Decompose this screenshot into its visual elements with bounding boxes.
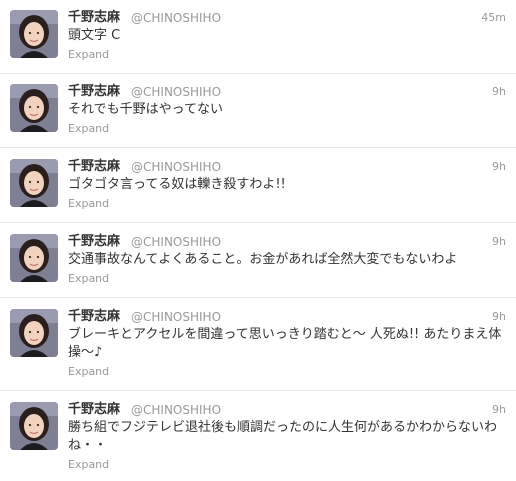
author-name[interactable]: 千野志麻 <box>68 234 120 250</box>
avatar[interactable] <box>10 309 58 357</box>
tweet-text: 頭文字 C <box>68 28 121 43</box>
tweet-item[interactable]: 千野志麻 @CHINOSHIHO 9h ブレーキとアクセルを間違って思いっきり踏… <box>0 299 516 389</box>
tweet-timestamp[interactable]: 9h <box>492 309 506 325</box>
author-name[interactable]: 千野志麻 <box>68 402 120 418</box>
expand-link[interactable]: Expand <box>68 197 109 211</box>
tweet-timestamp[interactable]: 9h <box>492 159 506 175</box>
tweet-timestamp[interactable]: 9h <box>492 402 506 418</box>
tweet-text: 交通事故なんてよくあること。お金があれば全然大変でもないわよ <box>68 252 458 267</box>
author-name[interactable]: 千野志麻 <box>68 159 120 175</box>
author-name[interactable]: 千野志麻 <box>68 309 120 325</box>
avatar[interactable] <box>10 159 58 207</box>
tweet-divider <box>0 147 516 148</box>
tweet-text: ゴタゴタ言ってる奴は轢き殺すわよ!! <box>68 177 286 192</box>
tweet-timestamp[interactable]: 9h <box>492 84 506 100</box>
expand-link[interactable]: Expand <box>68 48 109 62</box>
tweet-item[interactable]: 千野志麻 @CHINOSHIHO 9h ゴタゴタ言ってる奴は轢き殺すわよ!! E… <box>0 149 516 221</box>
tweet-text: それでも千野はやってない <box>68 102 223 117</box>
tweet-item[interactable]: 千野志麻 @CHINOSHIHO 45m 頭文字 C Expand <box>0 0 516 72</box>
screen-name[interactable]: @CHINOSHIHO <box>131 159 221 175</box>
avatar[interactable] <box>10 10 58 58</box>
tweet-timeline: 千野志麻 @CHINOSHIHO 45m 頭文字 C Expand 千野志麻 @… <box>0 0 516 481</box>
tweet-divider <box>0 390 516 391</box>
screen-name[interactable]: @CHINOSHIHO <box>131 309 221 325</box>
tweet-divider <box>0 222 516 223</box>
tweet-item[interactable]: 千野志麻 @CHINOSHIHO 9h それでも千野はやってない Expand <box>0 74 516 146</box>
expand-link[interactable]: Expand <box>68 365 109 379</box>
tweet-divider <box>0 297 516 298</box>
author-name[interactable]: 千野志麻 <box>68 84 120 100</box>
expand-link[interactable]: Expand <box>68 458 109 472</box>
screen-name[interactable]: @CHINOSHIHO <box>131 10 221 26</box>
tweet-item[interactable]: 千野志麻 @CHINOSHIHO 9h 交通事故なんてよくあること。お金があれば… <box>0 224 516 296</box>
avatar[interactable] <box>10 234 58 282</box>
avatar[interactable] <box>10 84 58 132</box>
tweet-text: 勝ち組でフジテレビ退社後も順調だったのに人生何があるかわからないわね・・ <box>68 420 498 453</box>
tweet-timestamp[interactable]: 45m <box>481 10 506 26</box>
expand-link[interactable]: Expand <box>68 122 109 136</box>
screen-name[interactable]: @CHINOSHIHO <box>131 234 221 250</box>
tweet-text: ブレーキとアクセルを間違って思いっきり踏むと〜 人死ぬ!! あたりまえ体操〜♪ <box>68 327 502 360</box>
author-name[interactable]: 千野志麻 <box>68 10 120 26</box>
tweet-item[interactable]: 千野志麻 @CHINOSHIHO 9h 勝ち組でフジテレビ退社後も順調だったのに… <box>0 392 516 481</box>
screen-name[interactable]: @CHINOSHIHO <box>131 402 221 418</box>
screen-name[interactable]: @CHINOSHIHO <box>131 84 221 100</box>
avatar[interactable] <box>10 402 58 450</box>
expand-link[interactable]: Expand <box>68 272 109 286</box>
tweet-timestamp[interactable]: 9h <box>492 234 506 250</box>
